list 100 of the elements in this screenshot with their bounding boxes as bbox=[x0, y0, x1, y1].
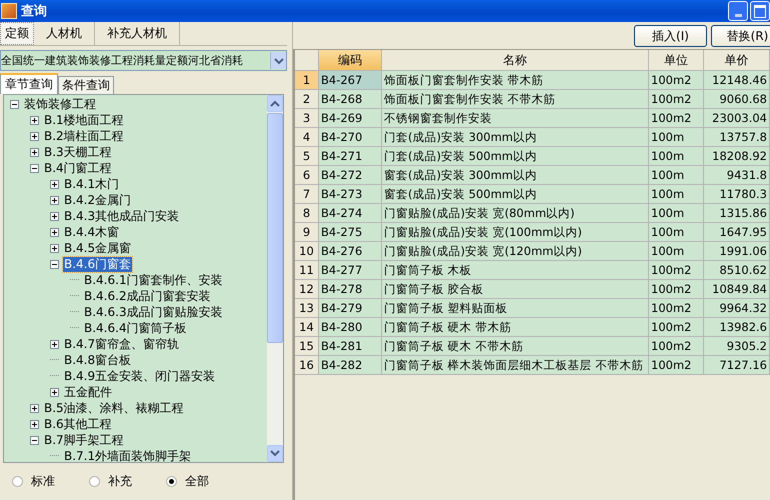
table-cell: 门窗筒子板 榉木装饰面层细木工板基层 不带木筋 bbox=[382, 356, 649, 375]
table-cell: 100m2 bbox=[649, 299, 704, 318]
tree-item[interactable]: B.4.7窗帘盒、窗帘轨 bbox=[63, 336, 180, 352]
row-number[interactable]: 12 bbox=[295, 280, 319, 299]
collapse-icon[interactable] bbox=[50, 260, 59, 268]
table-cell: 100m2 bbox=[649, 90, 704, 109]
tree-item[interactable]: B.4.1木门 bbox=[63, 176, 120, 192]
tree-item[interactable]: B.6其他工程 bbox=[43, 416, 113, 432]
table-cell: 门窗贴脸(成品)安装 宽(80mm以内) bbox=[382, 204, 649, 223]
table-cell: B4-270 bbox=[319, 128, 382, 147]
row-number[interactable]: 8 bbox=[295, 204, 319, 223]
tree-item[interactable]: B.4.6门窗套 bbox=[63, 256, 132, 272]
table-cell: B4-277 bbox=[319, 261, 382, 280]
tree-item[interactable]: B.4.3其他成品门安装 bbox=[63, 208, 180, 224]
filter-radio[interactable]: 全部 bbox=[166, 473, 209, 490]
tree-item[interactable]: B.5油漆、涂料、裱糊工程 bbox=[43, 400, 185, 416]
row-number[interactable]: 13 bbox=[295, 299, 319, 318]
tab[interactable]: 定额 bbox=[0, 22, 34, 45]
collapse-icon[interactable] bbox=[30, 436, 39, 444]
table-cell: 窗套(成品)安装 500mm以内 bbox=[382, 185, 649, 204]
expand-icon[interactable] bbox=[30, 116, 39, 124]
table-cell: 门窗筒子板 硬木 不带木筋 bbox=[382, 337, 649, 356]
table-cell: 门窗筒子板 塑料贴面板 bbox=[382, 299, 649, 318]
row-number[interactable]: 10 bbox=[295, 242, 319, 261]
tree-item[interactable]: 装饰装修工程 bbox=[23, 96, 97, 112]
collapse-icon[interactable] bbox=[30, 164, 39, 172]
tree-item[interactable]: B.4.6.1门窗套制作、安装 bbox=[83, 272, 224, 288]
row-number[interactable]: 15 bbox=[295, 337, 319, 356]
row-number[interactable]: 3 bbox=[295, 109, 319, 128]
table-cell: 门窗贴脸(成品)安装 宽(120mm以内) bbox=[382, 242, 649, 261]
column-header[interactable]: 单价 bbox=[704, 50, 770, 71]
row-number[interactable]: 9 bbox=[295, 223, 319, 242]
expand-icon[interactable] bbox=[50, 196, 59, 204]
expand-icon[interactable] bbox=[50, 212, 59, 220]
table-cell: 饰面板门窗套制作安装 不带木筋 bbox=[382, 90, 649, 109]
row-number[interactable]: 5 bbox=[295, 147, 319, 166]
library-dropdown[interactable]: 全国统一建筑装饰装修工程消耗量定额河北省消耗 bbox=[0, 50, 288, 71]
row-number[interactable]: 2 bbox=[295, 90, 319, 109]
expand-icon[interactable] bbox=[50, 244, 59, 252]
scrollbar[interactable] bbox=[267, 95, 284, 462]
expand-icon[interactable] bbox=[30, 420, 39, 428]
row-number[interactable]: 16 bbox=[295, 356, 319, 375]
filter-radio[interactable]: 标准 bbox=[12, 473, 55, 490]
table-cell: B4-274 bbox=[319, 204, 382, 223]
tree-item[interactable]: B.4.8窗台板 bbox=[63, 352, 132, 368]
window-title: 查询 bbox=[21, 3, 47, 20]
tree-item[interactable]: B.1楼地面工程 bbox=[43, 112, 125, 128]
table-cell: 100m bbox=[649, 147, 704, 166]
expand-icon[interactable] bbox=[50, 388, 59, 396]
table-cell: B4-268 bbox=[319, 90, 382, 109]
app-icon bbox=[1, 3, 17, 19]
action-button[interactable]: 替换(R) bbox=[711, 25, 770, 47]
expand-icon[interactable] bbox=[50, 228, 59, 236]
scroll-down-button[interactable] bbox=[267, 445, 284, 462]
action-button[interactable]: 插入(I) bbox=[634, 25, 707, 47]
column-header[interactable]: 编码 bbox=[319, 50, 382, 71]
tree-item[interactable]: B.4.6.3成品门窗贴脸安装 bbox=[83, 304, 224, 320]
tab[interactable]: 章节查询 bbox=[0, 73, 58, 94]
row-number[interactable]: 7 bbox=[295, 185, 319, 204]
minimize-button[interactable] bbox=[728, 1, 748, 21]
tree-item[interactable]: B.4.4木窗 bbox=[63, 224, 120, 240]
tree-item[interactable]: B.7脚手架工程 bbox=[43, 432, 125, 448]
maximize-button[interactable] bbox=[750, 1, 770, 21]
tree-item[interactable]: 五金配件 bbox=[63, 384, 113, 400]
tree-item[interactable]: B.4.6.4门窗筒子板 bbox=[83, 320, 188, 336]
tree-item[interactable]: B.3天棚工程 bbox=[43, 144, 113, 160]
table-cell: 100m bbox=[649, 166, 704, 185]
expand-icon[interactable] bbox=[50, 180, 59, 188]
row-number[interactable]: 1 bbox=[295, 71, 319, 90]
expand-icon[interactable] bbox=[30, 148, 39, 156]
tree-item[interactable]: B.4.9五金安装、闭门器安装 bbox=[63, 368, 216, 384]
tree-item[interactable]: B.4.2金属门 bbox=[63, 192, 132, 208]
table-cell: 不锈钢窗套制作安装 bbox=[382, 109, 649, 128]
column-header[interactable]: 名称 bbox=[382, 50, 649, 71]
tab[interactable]: 条件查询 bbox=[58, 76, 114, 94]
table-cell: 门窗贴脸(成品)安装 宽(100mm以内) bbox=[382, 223, 649, 242]
table-cell: 8510.62 bbox=[704, 261, 770, 280]
scroll-up-button[interactable] bbox=[267, 95, 284, 112]
filter-radio[interactable]: 补充 bbox=[89, 473, 132, 490]
column-header[interactable]: 单位 bbox=[649, 50, 704, 71]
table-cell: 1315.86 bbox=[704, 204, 770, 223]
tree-item[interactable]: B.2墙柱面工程 bbox=[43, 128, 125, 144]
row-number[interactable]: 4 bbox=[295, 128, 319, 147]
table-cell: 门窗筒子板 木板 bbox=[382, 261, 649, 280]
table-cell: 11780.3 bbox=[704, 185, 770, 204]
table-cell: 13982.6 bbox=[704, 318, 770, 337]
tree-item[interactable]: B.7.1外墙面装饰脚手架 bbox=[63, 448, 192, 462]
tree-item[interactable]: B.4门窗工程 bbox=[43, 160, 113, 176]
row-number[interactable]: 11 bbox=[295, 261, 319, 280]
table-cell: 100m2 bbox=[649, 71, 704, 90]
tree-item[interactable]: B.4.6.2成品门窗套安装 bbox=[83, 288, 212, 304]
expand-icon[interactable] bbox=[30, 404, 39, 412]
tree-item[interactable]: B.4.5金属窗 bbox=[63, 240, 132, 256]
row-number[interactable]: 14 bbox=[295, 318, 319, 337]
expand-icon[interactable] bbox=[30, 132, 39, 140]
collapse-icon[interactable] bbox=[10, 100, 19, 108]
expand-icon[interactable] bbox=[50, 340, 59, 348]
row-number[interactable]: 6 bbox=[295, 166, 319, 185]
table-cell: 门窗筒子板 硬木 带木筋 bbox=[382, 318, 649, 337]
table-cell: B4-276 bbox=[319, 242, 382, 261]
